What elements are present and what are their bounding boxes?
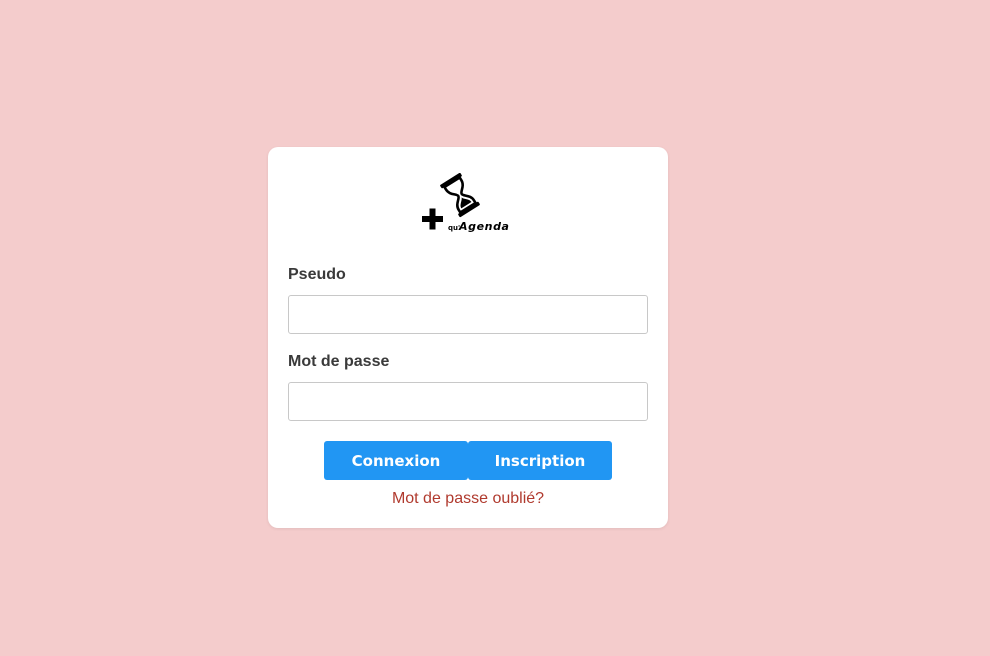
logo-name-text: Agenda — [459, 220, 510, 233]
connexion-button[interactable]: Connexion — [324, 441, 468, 480]
password-label: Mot de passe — [288, 353, 390, 370]
pseudo-label: Pseudo — [288, 266, 346, 283]
app-logo: qu' Agenda — [420, 172, 512, 237]
password-input[interactable] — [288, 382, 648, 421]
pseudo-input[interactable] — [288, 295, 648, 334]
forgot-password-link[interactable]: Mot de passe oublié? — [268, 490, 668, 508]
login-card: qu' Agenda Pseudo Mot de passe Connexion… — [268, 147, 668, 528]
inscription-button[interactable]: Inscription — [468, 441, 612, 480]
